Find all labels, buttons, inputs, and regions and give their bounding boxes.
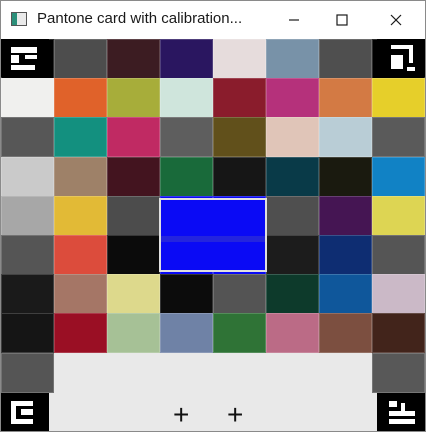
color-swatch	[1, 313, 54, 354]
color-swatch	[372, 313, 425, 354]
color-swatch	[319, 274, 372, 315]
color-swatch	[160, 156, 213, 197]
color-swatch	[319, 117, 372, 158]
color-swatch	[107, 313, 160, 354]
window-title: Pantone card with calibration...	[37, 10, 243, 27]
color-swatch	[54, 39, 107, 79]
color-swatch	[107, 156, 160, 197]
color-swatch	[54, 78, 107, 119]
color-swatch	[266, 78, 319, 119]
color-swatch	[319, 235, 372, 275]
zoom-out-button[interactable]: +	[227, 401, 243, 429]
color-swatch	[372, 274, 425, 315]
color-swatch	[372, 156, 425, 197]
color-swatch	[319, 78, 372, 119]
calibration-marker-top-right	[377, 39, 425, 77]
color-swatch	[160, 274, 213, 315]
app-icon	[11, 12, 27, 26]
color-swatch	[160, 39, 213, 79]
color-swatch	[266, 313, 319, 354]
color-swatch	[160, 117, 213, 158]
color-swatch	[54, 274, 107, 315]
zoom-in-button[interactable]: +	[173, 401, 189, 429]
color-swatch	[107, 78, 160, 119]
color-swatch	[1, 274, 54, 315]
color-swatch	[266, 39, 319, 79]
color-swatch	[107, 274, 160, 315]
color-swatch	[372, 352, 425, 393]
close-button[interactable]	[371, 1, 421, 39]
minimize-button[interactable]	[269, 1, 319, 39]
color-swatch	[160, 78, 213, 119]
app-window: Pantone card with calibration... + +	[0, 0, 426, 432]
color-swatch	[372, 78, 425, 119]
color-swatch	[107, 195, 160, 236]
color-swatch	[266, 117, 319, 158]
color-swatch	[1, 195, 54, 236]
color-swatch	[213, 117, 266, 158]
color-swatch	[213, 156, 266, 197]
color-swatch	[54, 235, 107, 275]
color-swatch	[1, 156, 54, 197]
color-swatch	[54, 156, 107, 197]
color-swatch	[213, 39, 266, 79]
color-swatch	[107, 235, 160, 275]
color-swatch	[266, 235, 319, 275]
color-swatch	[1, 78, 54, 119]
color-swatch	[266, 274, 319, 315]
maximize-icon	[336, 14, 348, 26]
color-swatch	[107, 39, 160, 79]
color-swatch	[1, 352, 54, 393]
color-swatch	[213, 78, 266, 119]
color-swatch	[54, 195, 107, 236]
color-swatch	[266, 156, 319, 197]
scanline	[161, 236, 265, 242]
calibration-marker-bottom-left	[1, 393, 49, 431]
color-swatch	[213, 274, 266, 315]
title-bar[interactable]: Pantone card with calibration...	[1, 1, 425, 39]
calibration-marker-bottom-right	[377, 393, 425, 431]
close-icon	[390, 14, 402, 26]
color-swatch	[372, 117, 425, 158]
color-swatch	[319, 156, 372, 197]
color-swatch	[107, 117, 160, 158]
color-swatch	[213, 313, 266, 354]
color-swatch	[160, 313, 213, 354]
color-swatch	[319, 195, 372, 236]
blue-highlight-patch	[159, 198, 267, 272]
pantone-card-canvas[interactable]: + +	[1, 39, 425, 431]
color-swatch	[1, 117, 54, 158]
calibration-marker-top-left	[1, 39, 49, 77]
color-swatch	[1, 235, 54, 275]
color-swatch	[54, 117, 107, 158]
color-swatch	[372, 195, 425, 236]
color-swatch	[372, 235, 425, 275]
color-swatch	[54, 313, 107, 354]
minimize-icon	[289, 19, 299, 21]
maximize-button[interactable]	[317, 1, 367, 39]
color-swatch	[266, 195, 319, 236]
color-swatch	[319, 313, 372, 354]
color-swatch	[319, 39, 372, 79]
